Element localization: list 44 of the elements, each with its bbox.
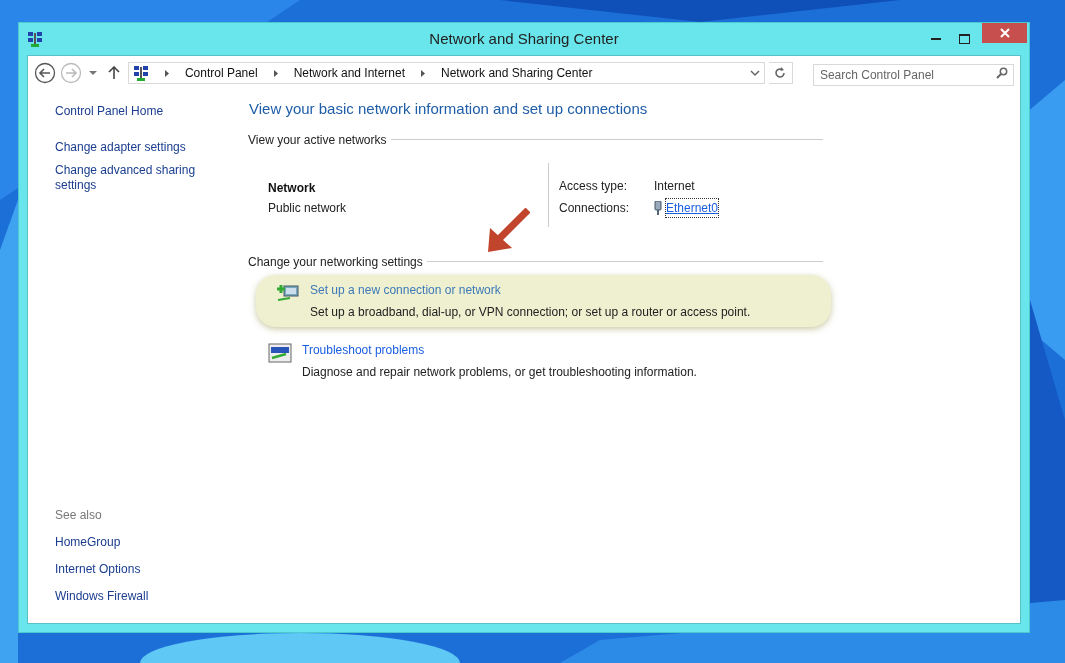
breadcrumb[interactable]: Control Panel (184, 64, 258, 82)
see-also-link[interactable]: Internet Options (55, 560, 248, 578)
detail-label: Connections: (559, 199, 631, 217)
see-also-link[interactable]: HomeGroup (55, 533, 248, 551)
window-title: Network and Sharing Center (429, 28, 619, 49)
section-heading: View your active networks (248, 131, 387, 149)
see-also-link[interactable]: Windows Firewall (55, 587, 248, 605)
network-add-icon (276, 282, 300, 303)
task-link[interactable]: Troubleshoot problems (302, 340, 697, 359)
task-link[interactable]: Set up a new connection or network (310, 280, 751, 299)
network-icon (132, 65, 149, 81)
up-arrow-icon[interactable] (107, 66, 120, 80)
breadcrumb[interactable]: Network and Sharing Center (441, 64, 593, 82)
section-heading: Change your networking settings (248, 253, 423, 271)
detail-label: Access type: (559, 177, 629, 195)
sidebar-link[interactable]: Control Panel Home (55, 104, 205, 119)
sidebar-link[interactable]: Change advanced sharing settings (55, 163, 205, 193)
dropdown-icon (88, 70, 98, 76)
sidebar-link[interactable]: Change adapter settings (55, 140, 205, 155)
arrow-annotation (486, 208, 530, 254)
task-description: Diagnose and repair network problems, or get troubleshooting information. (302, 363, 697, 381)
see-also-heading: See also (55, 507, 103, 524)
detail-value: Internet (654, 177, 695, 195)
close-button[interactable] (982, 23, 1027, 43)
refresh-button[interactable] (769, 62, 793, 84)
search-field[interactable]: Search Control Panel (812, 64, 1014, 86)
network-icon (27, 31, 43, 47)
minimize-icon (931, 37, 941, 41)
network-type: Public network (268, 199, 348, 217)
ethernet-icon (654, 200, 662, 215)
maximize-icon (958, 34, 970, 44)
chevron-down-icon[interactable] (750, 69, 760, 77)
close-icon (999, 28, 1010, 38)
page-heading: View your basic network information and set up connections (249, 99, 649, 119)
breadcrumb[interactable]: Network and Internet (293, 64, 406, 82)
task-description: Set up a broadband, dial-up, or VPN connection; or set up a router or access point. (310, 303, 751, 321)
address-bar[interactable]: Control Panel Network and Internet Network and Sharing Center (127, 62, 765, 84)
monitor-icon (268, 342, 292, 363)
search-icon (996, 67, 1008, 79)
back-button[interactable] (34, 62, 56, 84)
task-highlight[interactable]: Set up a new connection or network Set up a broadband, dial-up, or VPN connection; or set up a router or access point. (256, 274, 831, 327)
connection-link[interactable]: Ethernet0 (666, 198, 719, 217)
refresh-icon (774, 67, 787, 79)
network-name: Network (268, 179, 317, 197)
